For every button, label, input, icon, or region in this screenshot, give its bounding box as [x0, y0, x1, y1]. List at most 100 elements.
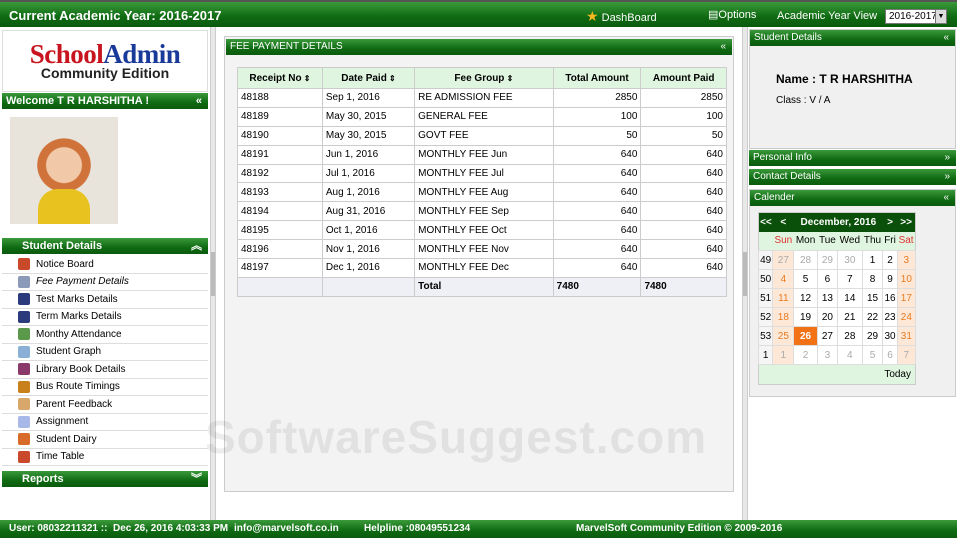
column-header: Total Amount: [552, 67, 642, 89]
sidebar-item-time-table[interactable]: Time Table: [2, 449, 208, 466]
calendar-day[interactable]: 23: [882, 307, 898, 327]
sidebar-item-library-book-details[interactable]: Library Book Details: [2, 361, 208, 379]
sidebar-item-student-dairy[interactable]: Student Dairy: [2, 431, 208, 449]
options-link[interactable]: ▤Options: [708, 8, 756, 21]
calendar-day[interactable]: 28: [793, 250, 818, 270]
calendar-day[interactable]: 24: [896, 307, 917, 327]
calendar-day[interactable]: 17: [896, 288, 917, 308]
calendar-day[interactable]: 9: [882, 269, 898, 289]
table-cell: MONTHLY FEE Sep: [414, 201, 554, 222]
calendar-day[interactable]: 18: [772, 307, 795, 327]
calendar-day[interactable]: 16: [882, 288, 898, 308]
sidebar-item-parent-feedback[interactable]: Parent Feedback: [2, 396, 208, 414]
calendar-day[interactable]: 1: [772, 345, 795, 365]
next-year-button[interactable]: >>: [897, 212, 916, 232]
calendar-day[interactable]: 7: [837, 269, 863, 289]
table-row: 48191 Jun 1, 2016 MONTHLY FEE Jun 640 640: [237, 144, 727, 165]
expand-icon: »: [944, 171, 950, 182]
calendar-day[interactable]: 26: [793, 326, 818, 346]
sidebar-item-label: Bus Route Timings: [36, 381, 120, 393]
calendar-day[interactable]: 4: [837, 345, 863, 365]
calendar-day[interactable]: 2: [882, 250, 898, 270]
collapse-icon[interactable]: «: [196, 93, 202, 109]
sidebar-item-student-graph[interactable]: Student Graph: [2, 344, 208, 361]
calendar-day[interactable]: 14: [837, 288, 863, 308]
table-cell: 100: [640, 106, 727, 127]
sidebar-item-term-marks-details[interactable]: Term Marks Details: [2, 309, 208, 326]
footer-email[interactable]: info@marvelsoft.co.in: [234, 520, 339, 538]
calendar-day[interactable]: 2: [793, 345, 818, 365]
calendar-day[interactable]: 13: [816, 288, 839, 308]
calendar-day[interactable]: 12: [793, 288, 818, 308]
calendar-week: 11234567: [757, 345, 917, 365]
column-header[interactable]: Date Paid ⇕: [321, 67, 416, 89]
calendar-day[interactable]: 3: [896, 250, 917, 270]
calendar-day[interactable]: 5: [793, 269, 818, 289]
personal-info-header[interactable]: Personal Info »: [749, 150, 956, 166]
calendar-day[interactable]: 21: [837, 307, 863, 327]
calendar-day[interactable]: 27: [816, 326, 839, 346]
calendar-day[interactable]: 25: [772, 326, 795, 346]
calendar-day[interactable]: 30: [882, 326, 898, 346]
calendar-day[interactable]: 30: [837, 250, 863, 270]
sidebar-item-test-marks-details[interactable]: Test Marks Details: [2, 291, 208, 309]
contact-details-header[interactable]: Contact Details »: [749, 169, 956, 185]
prev-month-button[interactable]: <: [772, 212, 794, 232]
sidebar-item-fee-payment-details[interactable]: Fee Payment Details: [2, 274, 208, 291]
column-header[interactable]: Fee Group ⇕: [414, 67, 554, 89]
calendar-day[interactable]: 31: [896, 326, 917, 346]
sidebar-item-bus-route-timings[interactable]: Bus Route Timings: [2, 379, 208, 396]
calendar-day[interactable]: 15: [861, 288, 884, 308]
sidebar-item-label: Notice Board: [36, 258, 94, 270]
sort-icon: ⇕: [504, 73, 514, 83]
sort-icon: ⇕: [301, 73, 311, 83]
calendar-day[interactable]: 6: [882, 345, 898, 365]
collapse-icon[interactable]: «: [943, 190, 949, 206]
today-button[interactable]: Today: [758, 364, 916, 385]
calendar-day[interactable]: 22: [861, 307, 884, 327]
prev-year-button[interactable]: <<: [758, 212, 773, 232]
calendar-day[interactable]: 19: [793, 307, 818, 327]
reports-header[interactable]: Reports ︾: [2, 471, 208, 487]
collapse-icon[interactable]: «: [943, 30, 949, 46]
column-header[interactable]: Receipt No ⇕: [237, 67, 323, 89]
calendar-day[interactable]: 11: [772, 288, 795, 308]
menu-header-label: Student Details: [22, 240, 103, 252]
calendar-day[interactable]: 29: [861, 326, 884, 346]
calendar-day[interactable]: 28: [837, 326, 863, 346]
calendar-day[interactable]: 6: [816, 269, 839, 289]
menu-item-icon: [18, 258, 30, 271]
calendar-day[interactable]: 7: [896, 345, 917, 365]
week-number: 1: [757, 345, 774, 365]
week-col-header: [758, 231, 773, 251]
dashboard-link[interactable]: ★ DashBoard: [586, 8, 657, 25]
student-details-menu-header[interactable]: Student Details ︽: [2, 238, 208, 254]
collapse-icon[interactable]: «: [720, 39, 726, 55]
calendar-day[interactable]: 4: [772, 269, 795, 289]
footer-helpline: Helpline :08049551234: [364, 523, 471, 534]
calendar-day[interactable]: 29: [816, 250, 839, 270]
calendar-day[interactable]: 10: [896, 269, 917, 289]
table-cell: 48195: [237, 220, 323, 241]
calendar-day[interactable]: 5: [861, 345, 884, 365]
contact-details-label: Contact Details: [753, 171, 821, 182]
sidebar-item-monthy-attendance[interactable]: Monthy Attendance: [2, 326, 208, 344]
calendar-day[interactable]: 3: [816, 345, 839, 365]
calendar-week: 53 25 26 27 28 29 30 31: [757, 326, 917, 346]
calendar-day[interactable]: 8: [861, 269, 884, 289]
fee-panel-title: FEE PAYMENT DETAILS: [230, 41, 343, 52]
next-month-button[interactable]: >: [882, 212, 898, 232]
sidebar-item-assignment[interactable]: Assignment: [2, 414, 208, 431]
reports-label: Reports: [22, 473, 64, 485]
table-cell: 48189: [237, 106, 323, 127]
sidebar-item-notice-board[interactable]: Notice Board: [2, 256, 208, 274]
calendar-day[interactable]: 20: [816, 307, 839, 327]
table-cell: 640: [640, 163, 727, 184]
table-row: 48194 Aug 31, 2016 MONTHLY FEE Sep 640 640: [237, 201, 727, 222]
calendar-day[interactable]: 1: [861, 250, 884, 270]
sidebar-item-label: Term Marks Details: [36, 311, 122, 323]
total-row: Total 7480 7480: [237, 276, 727, 297]
academic-year-select[interactable]: 2016-2017 ▼: [885, 9, 947, 24]
table-cell: 2850: [552, 88, 642, 108]
calendar-day[interactable]: 27: [772, 250, 795, 270]
